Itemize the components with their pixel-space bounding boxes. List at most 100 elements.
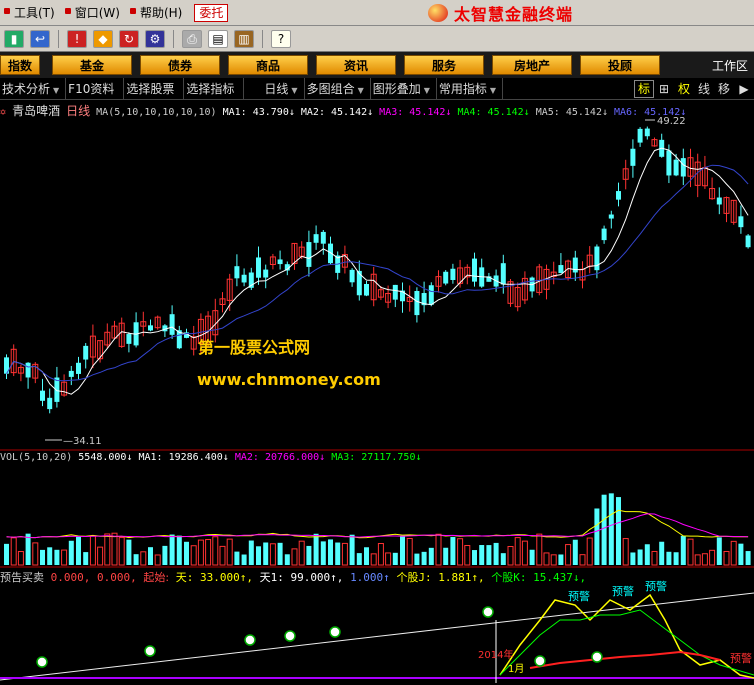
cat-fund[interactable]: 基金 bbox=[52, 55, 132, 75]
tab-overlay[interactable]: 图形叠加 bbox=[371, 77, 437, 100]
candle-body-down bbox=[745, 235, 751, 248]
candle-body-down bbox=[241, 274, 247, 283]
volume-bar-down bbox=[306, 545, 312, 565]
cat-realestate[interactable]: 房地产 bbox=[492, 55, 572, 75]
cursor-help-icon[interactable]: ? bbox=[271, 29, 291, 48]
function-tabbar: 技术分析 F10资料 选择股票 选择指标 日线 多图组合 图形叠加 常用指标 标… bbox=[0, 77, 754, 100]
workarea-label[interactable]: 工作区 bbox=[712, 57, 748, 74]
candle-body-down bbox=[666, 150, 672, 176]
cat-index[interactable]: 指数 bbox=[0, 55, 40, 75]
refresh-icon[interactable]: ↻ bbox=[119, 29, 139, 48]
tool-next[interactable]: ▶ bbox=[734, 78, 754, 100]
cat-advisor[interactable]: 投顾 bbox=[580, 55, 660, 75]
tab-multi-chart[interactable]: 多图组合 bbox=[305, 77, 371, 100]
tab-common-indicators[interactable]: 常用指标 bbox=[437, 77, 504, 100]
volume-bar-up bbox=[550, 554, 557, 566]
warning-label: 预警 bbox=[730, 651, 752, 665]
volume-bar-up bbox=[377, 543, 384, 566]
volume-bar-up bbox=[197, 539, 204, 566]
print-icon[interactable]: ⎙ bbox=[182, 29, 202, 48]
indicator-v1: 0.000, bbox=[50, 571, 91, 584]
ma4-value: MA4: 45.142↓ bbox=[457, 107, 530, 118]
volume-bar-down bbox=[256, 546, 261, 565]
menu-help[interactable]: 帮助(H) bbox=[126, 4, 188, 21]
volume-bar-down bbox=[392, 552, 398, 565]
volume-bar-up bbox=[190, 545, 197, 566]
indicator-tian1: 天: 33.000↑, bbox=[175, 571, 253, 584]
candle-body-down bbox=[608, 214, 614, 219]
settings-icon[interactable]: ⚙ bbox=[145, 29, 165, 48]
alert-icon[interactable]: ! bbox=[67, 29, 87, 48]
buy-signal-icon bbox=[534, 655, 546, 667]
tab-tech-analysis[interactable]: 技术分析 bbox=[0, 77, 67, 100]
volume-bar-up bbox=[701, 553, 708, 566]
indicator-qishi: 起始: bbox=[143, 571, 170, 584]
month-label: 1月 bbox=[508, 663, 524, 675]
brand-title: 太智慧金融终端 bbox=[454, 5, 574, 24]
volume-bar-up bbox=[205, 539, 212, 566]
candle-body-down bbox=[313, 234, 319, 243]
volume-bar-down bbox=[241, 554, 247, 565]
volume-bar-up bbox=[543, 552, 550, 566]
cat-news[interactable]: 资讯 bbox=[316, 55, 396, 75]
tab-f10[interactable]: F10资料 bbox=[66, 77, 125, 100]
cat-commodity[interactable]: 商品 bbox=[228, 55, 308, 75]
volume-bar-up bbox=[435, 533, 442, 566]
volume-bar-down bbox=[133, 554, 139, 565]
volume-bar-down bbox=[54, 549, 60, 565]
books-icon[interactable]: ▥ bbox=[234, 29, 254, 48]
back-icon[interactable]: ↩ bbox=[30, 29, 50, 48]
volume-bar-down bbox=[608, 493, 614, 565]
vol-value: 5548.000↓ bbox=[78, 452, 133, 463]
volume-bar-down bbox=[428, 547, 434, 565]
candle-body-down bbox=[392, 284, 398, 300]
volume-bar-down bbox=[472, 550, 477, 565]
ma6-value: MA6: 45.142↓ bbox=[614, 107, 687, 118]
volume-bar-up bbox=[536, 533, 543, 566]
candle-body-down bbox=[76, 362, 81, 374]
tool-move[interactable]: 移 bbox=[714, 78, 734, 100]
chart-area[interactable]: 49.22 —34.11 预警 预警 预警 预警 2014年 1月 ✡ 青岛啤酒 日线 MA(… bbox=[0, 100, 754, 685]
kline-chart-svg[interactable]: 49.22—34.11预警 预警 预警预警2014年1月 bbox=[0, 100, 754, 685]
tool-grid[interactable]: ⊞ bbox=[654, 78, 674, 100]
volume-bar-up bbox=[226, 538, 233, 566]
volume-bar-down bbox=[313, 533, 319, 565]
volume-bar-up bbox=[514, 537, 521, 566]
ma-label: MA(5,10,10,10,10,10) bbox=[96, 107, 217, 118]
buy-signal-icon bbox=[329, 626, 341, 638]
volume-bar-down bbox=[673, 552, 679, 565]
tab-daily[interactable]: 日线 bbox=[244, 77, 305, 100]
tool-rights[interactable]: 权 bbox=[674, 78, 694, 100]
cat-service[interactable]: 服务 bbox=[404, 55, 484, 75]
buy-signal-icon bbox=[244, 634, 256, 646]
candle-body-down bbox=[630, 148, 636, 166]
volume-bar-up bbox=[694, 554, 701, 566]
indicator-tian2: 天1: 99.000↑, bbox=[259, 571, 344, 584]
tool-mark[interactable]: 标 bbox=[634, 79, 654, 98]
diamond-icon[interactable]: ◆ bbox=[93, 29, 113, 48]
cat-bond[interactable]: 债券 bbox=[140, 55, 220, 75]
volume-bar-down bbox=[68, 540, 74, 565]
volume-bar-down bbox=[601, 494, 607, 565]
volume-bar-down bbox=[716, 537, 722, 565]
chart-icon[interactable]: ▮ bbox=[4, 29, 24, 48]
candle-body-down bbox=[148, 325, 153, 331]
volume-bar-down bbox=[47, 547, 53, 565]
stock-period: 日线 bbox=[66, 104, 91, 118]
toolbar-divider bbox=[173, 29, 174, 48]
low-price-label: —34.11 bbox=[63, 436, 102, 447]
volume-bar-down bbox=[450, 537, 456, 565]
tab-select-stock[interactable]: 选择股票 bbox=[124, 77, 185, 100]
tool-line[interactable]: 线 bbox=[694, 78, 714, 100]
tab-select-indicator[interactable]: 选择指标 bbox=[184, 77, 245, 100]
volume-bar-down bbox=[680, 535, 686, 565]
volume-bar-up bbox=[651, 550, 658, 566]
candle-body-down bbox=[558, 265, 564, 274]
indicator-trend-line bbox=[0, 592, 754, 681]
window-icon[interactable]: ▤ bbox=[208, 29, 228, 48]
vol-ma2: MA2: 20766.000↓ bbox=[234, 452, 326, 463]
menu-window[interactable]: 窗口(W) bbox=[61, 4, 126, 21]
volume-bar-up bbox=[140, 551, 147, 566]
weituo-button[interactable]: 委托 bbox=[194, 3, 229, 22]
menu-tools[interactable]: 工具(T) bbox=[0, 4, 61, 21]
